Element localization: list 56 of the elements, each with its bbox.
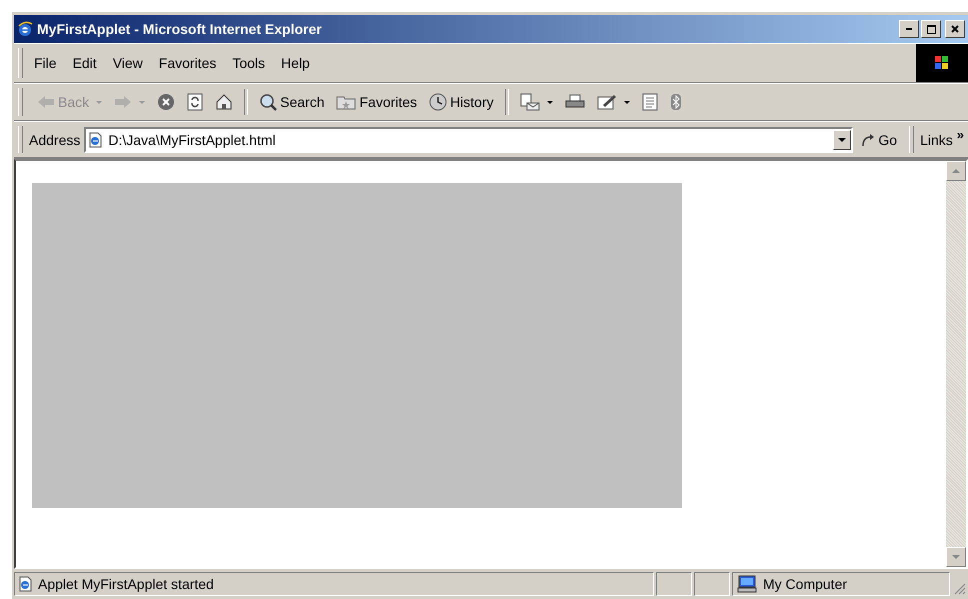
go-button[interactable]: Go bbox=[853, 130, 906, 150]
caret-icon bbox=[838, 138, 846, 142]
address-label: Address bbox=[29, 132, 80, 148]
menu-item[interactable]: Tools bbox=[227, 53, 270, 73]
document-icon bbox=[642, 93, 658, 111]
printer-icon bbox=[564, 94, 585, 110]
caret-icon bbox=[624, 100, 630, 104]
history-button[interactable]: History bbox=[425, 91, 498, 113]
mail-icon bbox=[520, 93, 540, 111]
windows-logo-icon bbox=[916, 44, 968, 82]
favorites-button[interactable]: Favorites bbox=[332, 92, 422, 112]
refresh-icon bbox=[187, 93, 204, 111]
menu-item[interactable]: Edit bbox=[68, 53, 102, 73]
page-icon bbox=[19, 576, 32, 592]
close-icon bbox=[951, 25, 959, 33]
zone-label: My Computer bbox=[763, 576, 848, 592]
address-field[interactable]: D:\Java\MyFirstApplet.html bbox=[84, 126, 854, 152]
window-title: MyFirstApplet - Microsoft Internet Explorer bbox=[37, 21, 323, 37]
caret-icon bbox=[952, 555, 960, 559]
clock-icon bbox=[429, 93, 448, 111]
browser-logo-icon bbox=[17, 21, 33, 37]
caret-icon bbox=[96, 100, 102, 104]
menu-item[interactable]: File bbox=[29, 53, 62, 73]
messenger-icon bbox=[670, 93, 682, 111]
resize-grip-icon bbox=[954, 583, 966, 595]
scroll-up-button[interactable] bbox=[946, 161, 966, 181]
close-button[interactable] bbox=[945, 20, 965, 38]
more-button[interactable]: » bbox=[954, 127, 968, 152]
up-caret-icon bbox=[952, 169, 960, 173]
home-icon bbox=[215, 93, 234, 111]
menu-item[interactable]: Help bbox=[276, 53, 315, 73]
minimize-button[interactable] bbox=[899, 20, 919, 38]
minimize-icon bbox=[906, 28, 912, 30]
maximize-icon bbox=[926, 24, 936, 34]
star-folder-icon bbox=[336, 94, 356, 110]
status-pane bbox=[656, 572, 692, 596]
search-button[interactable]: Search bbox=[255, 91, 328, 113]
status-message: Applet MyFirstApplet started bbox=[38, 576, 214, 592]
scrollbar[interactable] bbox=[946, 161, 966, 567]
page-icon bbox=[89, 132, 102, 148]
right-arrow-icon bbox=[114, 95, 132, 109]
computer-icon bbox=[737, 575, 757, 593]
status-pane bbox=[694, 572, 730, 596]
dropdown-button[interactable] bbox=[833, 130, 852, 150]
curved-arrow-icon bbox=[861, 132, 876, 146]
menu-item[interactable]: Favorites bbox=[154, 53, 222, 73]
left-arrow-icon bbox=[37, 95, 55, 109]
maximize-button[interactable] bbox=[921, 20, 941, 38]
links-button[interactable]: Links bbox=[920, 132, 955, 148]
edit-icon bbox=[596, 94, 617, 110]
menu-item[interactable]: View bbox=[108, 53, 148, 73]
scroll-down-button[interactable] bbox=[946, 547, 966, 567]
search-icon bbox=[259, 93, 278, 111]
caret-icon bbox=[139, 100, 146, 104]
caret-icon bbox=[546, 100, 553, 104]
stop-icon bbox=[157, 93, 176, 111]
